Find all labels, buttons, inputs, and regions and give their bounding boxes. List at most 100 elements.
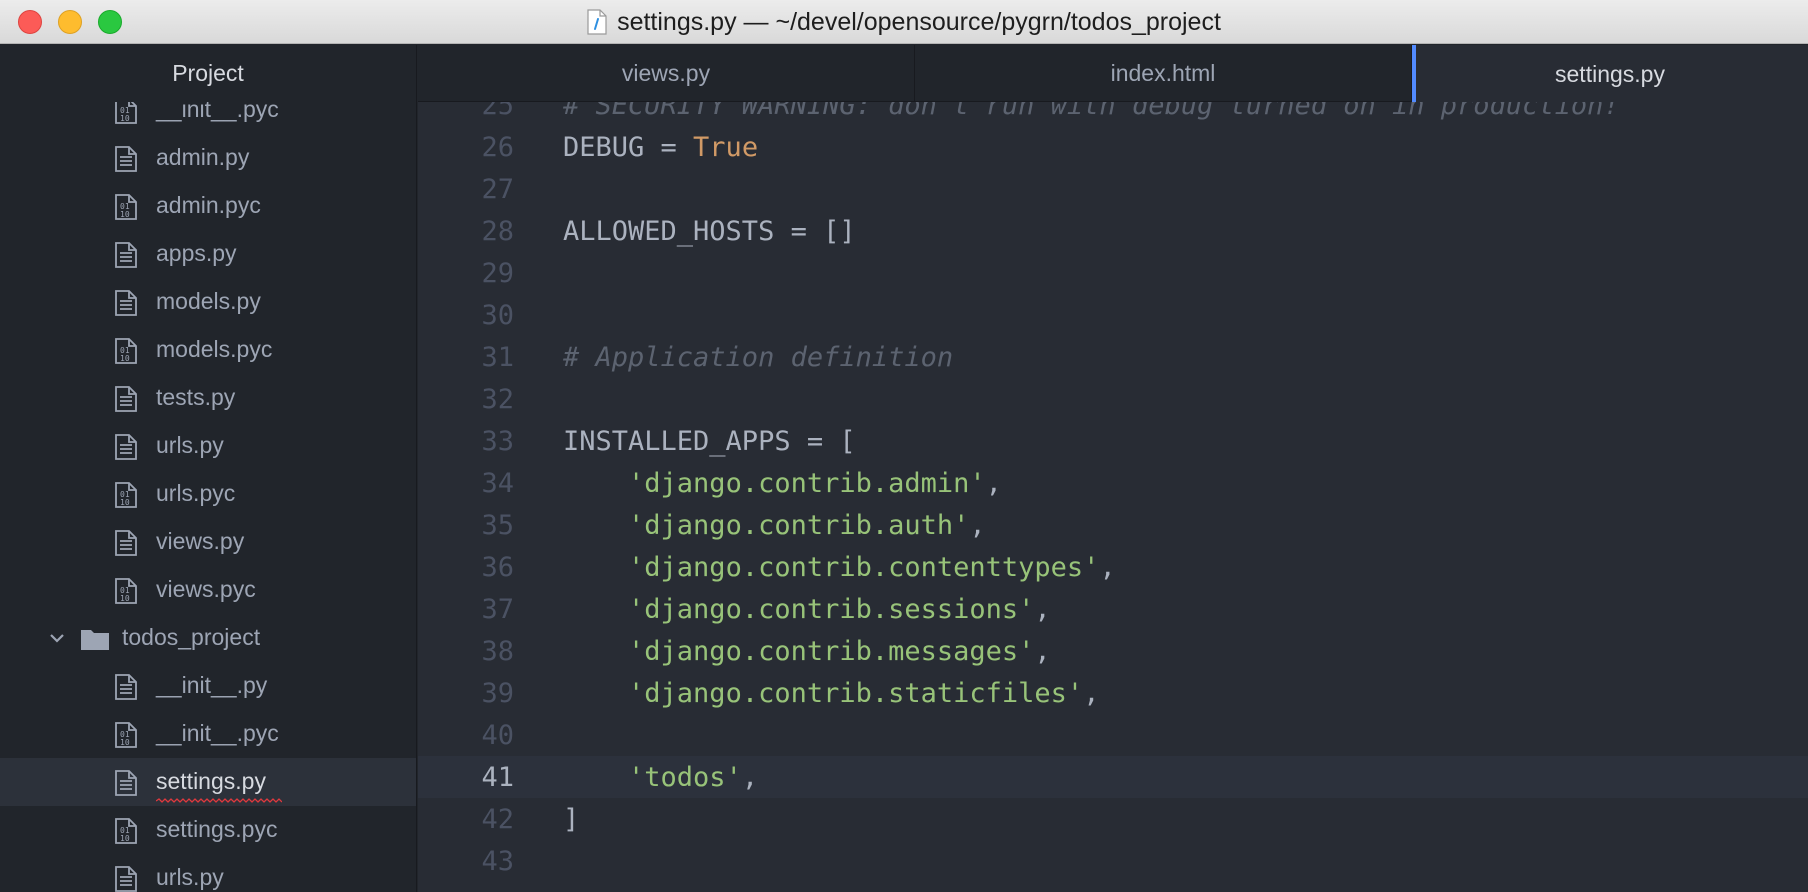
tree-file-item[interactable]: 01 10 models.pyc xyxy=(0,326,416,374)
code-token: , xyxy=(1099,552,1116,583)
code-text: ALLOWED_HOSTS = [] xyxy=(563,216,856,247)
svg-text:10: 10 xyxy=(120,114,130,123)
tree-file-item[interactable]: tests.py xyxy=(0,374,416,422)
code-line[interactable]: 31 # Application definition xyxy=(418,336,1808,378)
tree-item-label: models.py xyxy=(156,288,261,314)
line-number: 38 xyxy=(481,636,514,667)
tree-item-label: todos_project xyxy=(122,624,261,650)
active-tab-indicator xyxy=(1412,45,1416,103)
title-bar: settings.py — ~/devel/opensource/pygrn/t… xyxy=(0,0,1808,44)
code-line[interactable]: 35 'django.contrib.auth', xyxy=(418,504,1808,546)
tree-file-item[interactable]: __init__.py xyxy=(0,662,416,710)
code-token: 'django.contrib.staticfiles' xyxy=(628,678,1084,709)
code-line[interactable]: 42] xyxy=(418,798,1808,840)
binary-file-icon: 01 10 xyxy=(115,194,137,220)
tab-index-html[interactable]: index.html xyxy=(915,45,1412,102)
code-token: , xyxy=(985,468,1002,499)
code-text: # Application definition xyxy=(563,342,953,373)
code-line[interactable]: 27 xyxy=(418,168,1808,210)
tab-views-py[interactable]: views.py xyxy=(418,45,915,102)
line-number: 35 xyxy=(481,510,514,541)
code-line[interactable]: 43 xyxy=(418,840,1808,882)
line-number: 31 xyxy=(481,342,514,373)
tree-file-item[interactable]: settings.py xyxy=(0,758,416,806)
file-text-icon xyxy=(115,146,137,172)
code-line[interactable]: 38 'django.contrib.messages', xyxy=(418,630,1808,672)
tree-item-label: tests.py xyxy=(156,384,236,410)
code-editor[interactable]: 25 # SECURITY WARNING: don't run with deb… xyxy=(418,102,1808,892)
code-token: , xyxy=(741,762,759,793)
code-line[interactable]: 37 'django.contrib.sessions', xyxy=(418,588,1808,630)
tree-item-label: __init__.pyc xyxy=(156,720,279,746)
code-token: DEBUG = xyxy=(563,132,694,163)
file-text-icon xyxy=(115,386,137,412)
binary-file-icon: 01 10 xyxy=(115,482,137,508)
tree-file-item[interactable]: 01 10 __init__.pyc xyxy=(0,102,416,134)
code-line[interactable]: 40 xyxy=(418,714,1808,756)
tree-file-item[interactable]: 01 10 views.pyc xyxy=(0,566,416,614)
code-text: 'django.contrib.admin', xyxy=(563,468,1002,499)
tree-item-label: urls.py xyxy=(156,432,224,458)
tree-file-item[interactable]: views.py xyxy=(0,518,416,566)
chevron-down-icon[interactable] xyxy=(47,628,67,648)
code-line[interactable]: 25 # SECURITY WARNING: don't run with deb… xyxy=(418,102,1808,126)
tab-settings-py[interactable]: settings.py xyxy=(1412,45,1808,103)
tree-file-item[interactable]: urls.py xyxy=(0,854,416,892)
tree-folder[interactable]: todos_project xyxy=(0,614,416,662)
code-line[interactable]: 36 'django.contrib.contenttypes', xyxy=(418,546,1808,588)
tree-item-label: settings.py xyxy=(156,768,266,794)
code-text: 'django.contrib.contenttypes', xyxy=(563,552,1116,583)
tree-file-item[interactable]: apps.py xyxy=(0,230,416,278)
code-token: True xyxy=(693,132,759,163)
code-line[interactable]: 33 INSTALLED_APPS = [ xyxy=(418,420,1808,462)
code-text: 'todos', xyxy=(563,762,758,793)
tree-item-label: models.pyc xyxy=(156,336,273,362)
tree-file-item[interactable]: 01 10 __init__.pyc xyxy=(0,710,416,758)
tab-label: views.py xyxy=(621,60,711,86)
code-line[interactable]: 29 xyxy=(418,252,1808,294)
tree-file-item[interactable]: models.py xyxy=(0,278,416,326)
code-token: ] xyxy=(563,804,580,835)
file-text-icon xyxy=(115,866,137,892)
line-number: 26 xyxy=(481,132,514,163)
code-token: 'django.contrib.admin' xyxy=(628,468,986,499)
svg-text:10: 10 xyxy=(120,210,130,219)
file-text-icon xyxy=(115,770,137,796)
tab-label: index.html xyxy=(1110,60,1216,86)
line-number: 36 xyxy=(481,552,514,583)
tree-file-item[interactable]: 01 10 urls.pyc xyxy=(0,470,416,518)
tree-file-item[interactable]: urls.py xyxy=(0,422,416,470)
code-line[interactable]: 28 ALLOWED_HOSTS = [] xyxy=(418,210,1808,252)
line-number: 34 xyxy=(481,468,514,499)
code-token: 'django.contrib.messages' xyxy=(628,636,1035,667)
code-token: 'django.contrib.sessions' xyxy=(628,594,1035,625)
code-token: INSTALLED_APPS = [ xyxy=(563,426,856,457)
binary-file-icon: 01 10 xyxy=(115,818,137,844)
tree-item-label: admin.py xyxy=(156,144,250,170)
binary-file-icon: 01 10 xyxy=(115,102,137,124)
binary-file-icon: 01 10 xyxy=(115,722,137,748)
code-token: 'django.contrib.contenttypes' xyxy=(628,552,1100,583)
code-line[interactable]: 39 'django.contrib.staticfiles', xyxy=(418,672,1808,714)
line-number: 39 xyxy=(481,678,514,709)
code-token: 'todos' xyxy=(628,762,742,793)
code-line[interactable]: 32 xyxy=(418,378,1808,420)
tab-label: settings.py xyxy=(1555,60,1665,87)
code-token: # SECURITY WARNING: don't run with debug… xyxy=(563,102,1620,121)
code-text: ] xyxy=(563,804,579,835)
binary-file-icon: 01 10 xyxy=(115,578,137,604)
tree-file-item[interactable]: admin.py xyxy=(0,134,416,182)
line-number: 40 xyxy=(481,720,514,751)
code-line[interactable]: 30 xyxy=(418,294,1808,336)
code-line[interactable]: 41 'todos', xyxy=(418,756,1808,798)
line-number: 41 xyxy=(481,762,514,793)
code-line[interactable]: 34 'django.contrib.admin', xyxy=(418,462,1808,504)
file-proxy-icon[interactable] xyxy=(587,9,607,35)
tree-file-item[interactable]: 01 10 settings.pyc xyxy=(0,806,416,854)
tree-file-item[interactable]: 01 10 admin.pyc xyxy=(0,182,416,230)
code-line[interactable]: 26 DEBUG = True xyxy=(418,126,1808,168)
code-token: , xyxy=(1083,678,1100,709)
svg-text:10: 10 xyxy=(120,594,130,603)
